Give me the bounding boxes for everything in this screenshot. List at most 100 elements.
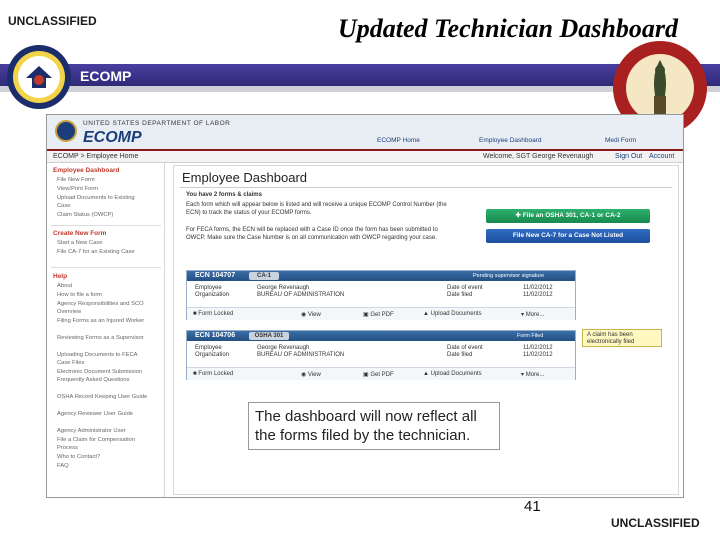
dashboard-title: Employee Dashboard bbox=[182, 170, 308, 185]
sidebar-item-help-howto[interactable]: How to file a form bbox=[57, 292, 161, 300]
more-menu[interactable]: ▾ More... bbox=[521, 311, 544, 318]
page-number: 41 bbox=[524, 498, 541, 515]
view-label: View bbox=[307, 312, 321, 318]
sidebar-item-help-injured[interactable]: Filing Forms as an Injured Worker bbox=[57, 318, 147, 326]
file-new-form-label: File an OSHA 301, CA-1 or CA-2 bbox=[522, 212, 621, 219]
form-card: ECN 104706 OSHA 301 Form Filed Employee … bbox=[186, 330, 576, 380]
ecomp-logo: ECOMP bbox=[83, 129, 142, 146]
sidebar-item-help-admin[interactable]: Agency Administrator User bbox=[57, 428, 161, 436]
nav-medi-form[interactable]: Medi Form bbox=[605, 137, 636, 144]
sidebar-item-help-osha[interactable]: OSHA Record Keeping User Guide bbox=[57, 394, 149, 402]
event-date-label: Date of event bbox=[447, 285, 483, 291]
sidebar-divider bbox=[51, 267, 161, 268]
upload-documents-label: Upload Documents bbox=[430, 371, 482, 377]
form-actions: ■ Form Locked ◉ View ▣ Get PDF ▲ Upload … bbox=[187, 367, 575, 380]
more-menu[interactable]: ▾ More... bbox=[521, 371, 544, 378]
sidebar-item-file-ca7[interactable]: File CA-7 for an Existing Case bbox=[57, 249, 149, 257]
view-button[interactable]: ◉ View bbox=[301, 371, 321, 378]
employee-label: Employee bbox=[195, 285, 222, 291]
sidebar-item-upload-docs[interactable]: Upload Documents to Existing Case bbox=[57, 195, 147, 210]
claim-filed-note: A claim has been electronically filed bbox=[582, 329, 662, 347]
get-pdf-label: Get PDF bbox=[370, 312, 394, 318]
user-welcome: Welcome, SGT George Revenaugh bbox=[483, 153, 594, 160]
form-status: Pending supervisor signature bbox=[473, 273, 545, 279]
classification-top: UNCLASSIFIED bbox=[8, 14, 97, 28]
sidebar-item-help-reviewer[interactable]: Agency Reviewer User Guide bbox=[57, 411, 149, 419]
upload-icon: ▲ bbox=[423, 311, 431, 317]
sidebar-item-claim-status[interactable]: Claim Status (OWCP) bbox=[57, 212, 161, 220]
sidebar-item-view-print[interactable]: View/Print Form bbox=[57, 186, 161, 194]
upload-documents-button[interactable]: ▲ Upload Documents bbox=[423, 371, 482, 377]
form-type-tag: OSHA 301 bbox=[249, 332, 289, 340]
breadcrumb[interactable]: ECOMP > Employee Home bbox=[53, 153, 138, 160]
eye-icon: ◉ bbox=[301, 312, 308, 318]
form-locked-status: ■ Form Locked bbox=[193, 311, 233, 317]
event-date-value: 11/02/2012 bbox=[523, 285, 553, 291]
sidebar-item-help-contact[interactable]: Who to Contact? bbox=[57, 454, 161, 462]
upload-documents-label: Upload Documents bbox=[430, 311, 482, 317]
dashboard-para-1: Each form which will appear below is lis… bbox=[186, 202, 447, 216]
nav-employee-dashboard[interactable]: Employee Dashboard bbox=[479, 137, 542, 144]
ecomp-logo-text: ECOMP bbox=[80, 68, 132, 84]
nav-ecomp-home[interactable]: ECOMP Home bbox=[377, 137, 420, 144]
view-button[interactable]: ◉ View bbox=[301, 311, 321, 318]
sidebar-item-help-supervisor[interactable]: Reviewing Forms as a Supervisor bbox=[57, 335, 147, 343]
sign-out-link[interactable]: Sign Out bbox=[615, 153, 642, 160]
form-card-header: ECN 104706 OSHA 301 Form Filed bbox=[187, 331, 575, 341]
form-locked-label: Form Locked bbox=[198, 371, 234, 377]
ecn-number: ECN 104707 bbox=[195, 272, 236, 279]
form-actions: ■ Form Locked ◉ View ▣ Get PDF ▲ Upload … bbox=[187, 307, 575, 320]
eye-icon: ◉ bbox=[301, 372, 308, 378]
ecn-number: ECN 104706 bbox=[195, 332, 236, 339]
sidebar-item-help-about[interactable]: About bbox=[57, 283, 161, 291]
filed-date-label: Date filed bbox=[447, 292, 473, 298]
form-type-tag: CA-1 bbox=[249, 272, 279, 280]
filed-date-label: Date filed bbox=[447, 352, 473, 358]
file-ca7-button[interactable]: File New CA-7 for a Case Not Listed bbox=[486, 229, 650, 243]
sidebar: Employee Dashboard File New Form View/Pr… bbox=[47, 163, 165, 497]
sidebar-item-help-claim[interactable]: File a Claim for Compensation Process bbox=[57, 437, 149, 452]
title-divider bbox=[180, 187, 672, 188]
filed-date-value: 11/02/2012 bbox=[523, 352, 553, 358]
classification-bottom: UNCLASSIFIED bbox=[611, 516, 700, 530]
more-label: More... bbox=[525, 312, 545, 318]
filed-date-value: 11/02/2012 bbox=[523, 292, 553, 298]
event-date-label: Date of event bbox=[447, 345, 483, 351]
dashboard-summary: You have 2 forms & claims bbox=[186, 192, 262, 198]
slide-title: Updated Technician Dashboard bbox=[338, 14, 678, 43]
get-pdf-button[interactable]: ▣ Get PDF bbox=[363, 371, 394, 378]
file-new-form-button[interactable]: ✚ File an OSHA 301, CA-1 or CA-2 bbox=[486, 209, 650, 223]
employee-label: Employee bbox=[195, 345, 222, 351]
national-guard-bureau-seal bbox=[6, 44, 72, 110]
sidebar-item-help-agency-resp[interactable]: Agency Responsibilities and SCO Overview bbox=[57, 301, 149, 316]
app-header: UNITED STATES DEPARTMENT OF LABOR ECOMP … bbox=[47, 115, 683, 151]
sidebar-item-help-faq[interactable]: FAQ bbox=[57, 463, 161, 471]
more-label: More... bbox=[525, 372, 545, 378]
organization-value: BUREAU OF ADMINISTRATION bbox=[257, 292, 345, 298]
sidebar-heading-dashboard: Employee Dashboard bbox=[53, 167, 120, 174]
get-pdf-label: Get PDF bbox=[370, 372, 394, 378]
employee-value: George Revenaugh bbox=[257, 345, 310, 351]
slide-callout: The dashboard will now reflect all the f… bbox=[248, 402, 500, 450]
sidebar-item-start-case[interactable]: Start a New Case bbox=[57, 240, 161, 248]
form-card-header: ECN 104707 CA-1 Pending supervisor signa… bbox=[187, 271, 575, 281]
get-pdf-button[interactable]: ▣ Get PDF bbox=[363, 311, 394, 318]
dashboard-para-2: For FECA forms, the ECN will be replaced… bbox=[186, 227, 438, 241]
plus-icon: ✚ bbox=[515, 212, 523, 219]
view-label: View bbox=[307, 372, 321, 378]
form-status: Form Filed bbox=[517, 333, 544, 339]
upload-documents-button[interactable]: ▲ Upload Documents bbox=[423, 311, 482, 317]
employee-value: George Revenaugh bbox=[257, 285, 310, 291]
sidebar-item-help-faq-edocs[interactable]: Electronic Document Submission Frequentl… bbox=[57, 369, 149, 384]
form-locked-label: Form Locked bbox=[198, 311, 234, 317]
form-card: ECN 104707 CA-1 Pending supervisor signa… bbox=[186, 270, 576, 320]
sidebar-item-file-new-form[interactable]: File New Form bbox=[57, 177, 161, 185]
event-date-value: 11/02/2012 bbox=[523, 345, 553, 351]
organization-label: Organization bbox=[195, 352, 230, 358]
sidebar-heading-create: Create New Form bbox=[53, 230, 107, 237]
sidebar-item-help-upload[interactable]: Uploading Documents to FECA Case Files bbox=[57, 352, 147, 367]
breadcrumb-bar: ECOMP > Employee Home Welcome, SGT Georg… bbox=[47, 151, 683, 163]
organization-label: Organization bbox=[195, 292, 230, 298]
agency-name: UNITED STATES DEPARTMENT OF LABOR bbox=[83, 120, 231, 127]
account-link[interactable]: Account bbox=[649, 153, 674, 160]
